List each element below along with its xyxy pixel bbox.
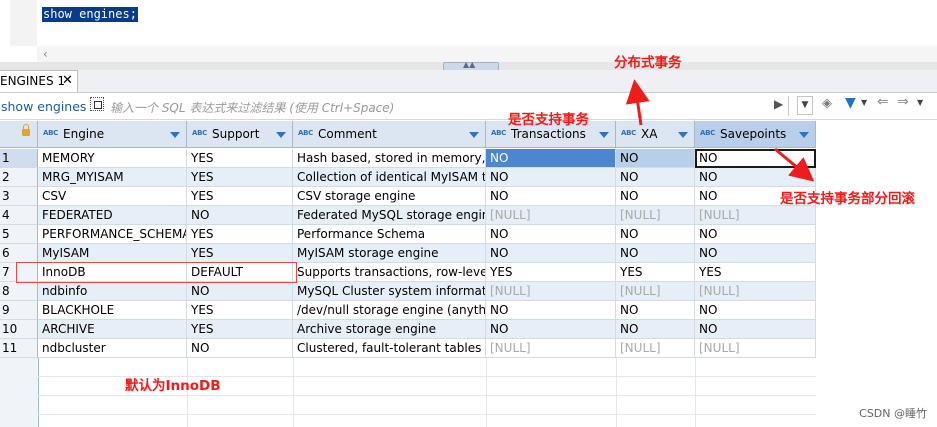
watermark: CSDN @睡竹 xyxy=(859,407,927,420)
arrow-to-savepoints xyxy=(774,147,815,182)
annotation-arrows xyxy=(625,79,815,182)
arrow-to-xa xyxy=(625,79,650,126)
